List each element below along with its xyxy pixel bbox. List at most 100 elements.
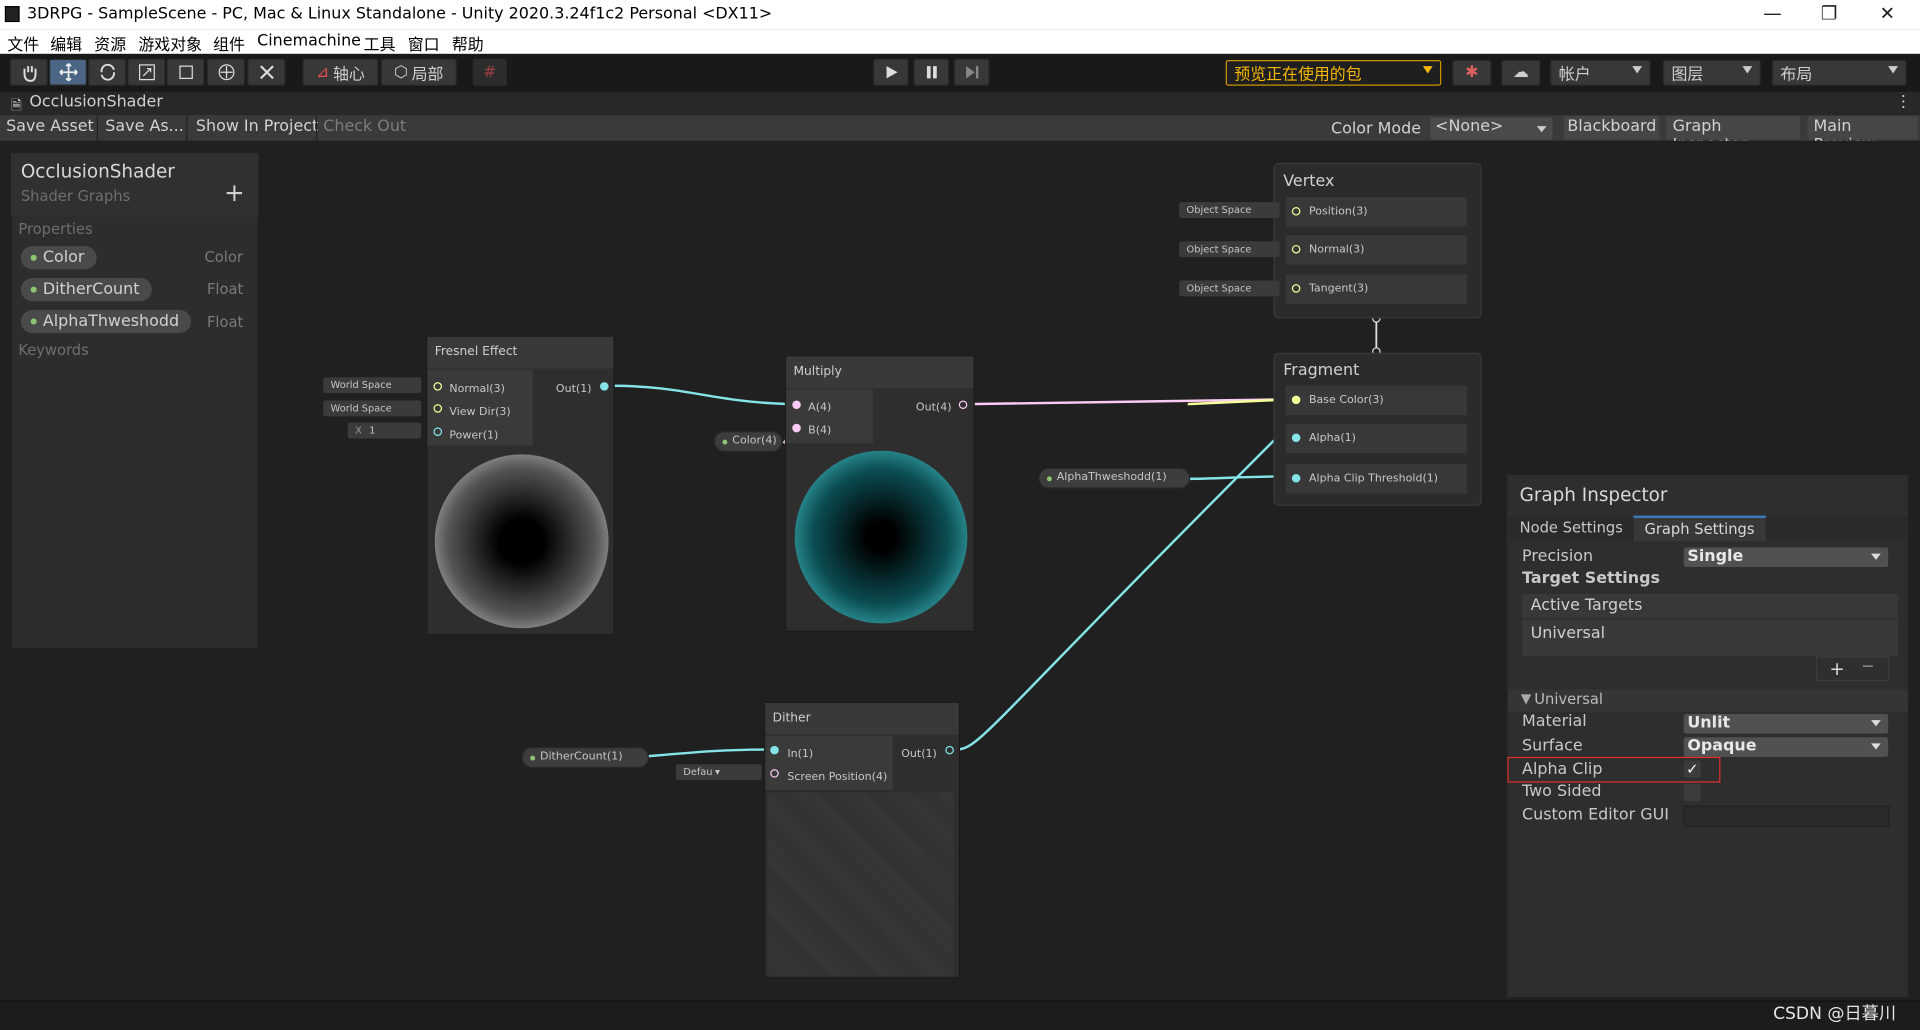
screen-position-mode-chip[interactable]: Defau ▾ — [675, 764, 762, 781]
port-dot-icon[interactable] — [1291, 395, 1301, 405]
port-out: Out(1) — [555, 383, 592, 396]
port-a: A(4) — [808, 401, 832, 414]
target-universal-item[interactable]: Universal — [1531, 625, 1605, 643]
port-dot-icon[interactable] — [1291, 473, 1301, 483]
wire-dithercount-dither — [640, 748, 772, 759]
dither-node[interactable]: Dither In(1) Screen Position(4) Out(1) — [764, 701, 961, 979]
material-dropdown[interactable]: Unlit — [1683, 714, 1889, 734]
position-space-chip[interactable]: Object Space — [1179, 202, 1280, 218]
port-dot-icon[interactable] — [770, 745, 779, 755]
fresnel-node-title: Fresnel Effect — [427, 336, 614, 369]
custom-editor-label: Custom Editor GUI — [1522, 805, 1669, 825]
power-x-label: X — [355, 424, 362, 436]
foldout-arrow-icon: ▼ — [1520, 690, 1532, 707]
graph-inspector-panel: Graph Inspector Node Settings Graph Sett… — [1506, 473, 1909, 999]
dither-preview — [767, 792, 954, 977]
precision-value: Single — [1687, 547, 1744, 566]
property-color-type: Color — [204, 248, 243, 266]
dithercount-property-node[interactable]: DitherCount(1) — [521, 747, 649, 768]
chevron-down-icon — [1871, 743, 1881, 750]
property-color[interactable]: Color — [20, 246, 97, 270]
vertex-slot-position[interactable]: Position(3) — [1285, 197, 1467, 227]
port-dot-icon[interactable] — [433, 427, 443, 436]
property-dithercount[interactable]: DitherCount — [20, 278, 152, 302]
port-power: Power(1) — [449, 429, 499, 443]
surface-label: Surface — [1522, 737, 1583, 756]
property-dithercount-type: Float — [206, 280, 244, 298]
inspector-title: Graph Inspector — [1519, 483, 1668, 506]
active-targets-label: Active Targets — [1530, 596, 1643, 615]
vertex-title: Vertex — [1283, 172, 1335, 192]
material-label: Material — [1522, 712, 1587, 732]
power-input-chip[interactable]: X1 — [347, 422, 422, 439]
two-sided-label: Two Sided — [1522, 782, 1602, 801]
wire-fresnel-multiply — [612, 384, 790, 406]
fresnel-effect-node[interactable]: Fresnel Effect Normal(3) View Dir(3) Pow… — [426, 335, 615, 636]
precision-dropdown[interactable]: Single — [1683, 547, 1889, 568]
position-space-value: Object Space — [1186, 204, 1252, 216]
vertex-slot-normal[interactable]: Normal(3) — [1285, 235, 1467, 265]
precision-label: Precision — [1522, 547, 1594, 566]
power-value: 1 — [369, 424, 376, 436]
blackboard-subtitle: Shader Graphs — [20, 187, 131, 205]
status-bar — [0, 1000, 1920, 1030]
port-dot-icon[interactable] — [1291, 284, 1301, 293]
port-in: In(1) — [787, 748, 814, 761]
property-alphathweshodd-type: Float — [206, 313, 244, 331]
surface-value: Opaque — [1687, 737, 1757, 756]
active-targets-header: Active Targets — [1522, 593, 1898, 619]
normal-space-value: Object Space — [1186, 243, 1252, 255]
port-viewdir: View Dir(3) — [449, 406, 511, 419]
two-sided-checkbox[interactable] — [1683, 783, 1701, 801]
normal-space-chip[interactable]: Object Space — [1179, 241, 1280, 258]
port-dot-icon[interactable] — [770, 769, 779, 778]
material-value: Unlit — [1687, 714, 1731, 733]
port-dot-icon[interactable] — [792, 400, 801, 410]
port-dot-icon[interactable] — [1291, 244, 1301, 254]
alphathweshodd-property-node[interactable]: AlphaThweshodd(1) — [1038, 467, 1191, 489]
port-dot-icon[interactable] — [433, 382, 443, 391]
blackboard-title: OcclusionShader — [20, 160, 175, 183]
multiply-node-title: Multiply — [786, 356, 974, 389]
port-dot-icon[interactable] — [1291, 433, 1301, 443]
add-property-button[interactable]: + — [224, 178, 245, 207]
fresnel-preview — [434, 454, 609, 629]
screen-position-mode-value: Defau — [683, 766, 713, 778]
custom-editor-field[interactable] — [1683, 805, 1890, 827]
fragment-slot-alphaclip[interactable]: Alpha Clip Threshold(1) — [1285, 464, 1467, 494]
multiply-node[interactable]: Multiply A(4) B(4) Out(4) — [784, 355, 975, 632]
remove-target-button[interactable]: − — [1861, 658, 1874, 676]
universal-foldout[interactable]: ▼ Universal — [1508, 689, 1908, 712]
properties-label: Properties — [18, 220, 93, 238]
property-alphathweshodd[interactable]: AlphaThweshodd — [20, 309, 192, 334]
normal-space-chip[interactable]: World Space — [323, 377, 422, 394]
fragment-slot-alpha[interactable]: Alpha(1) — [1285, 423, 1467, 454]
fragment-title: Fragment — [1283, 361, 1360, 380]
port-dot-icon[interactable] — [792, 423, 801, 433]
chevron-down-icon — [1871, 553, 1881, 560]
port-screen-position: Screen Position(4) — [787, 771, 888, 784]
surface-dropdown[interactable]: Opaque — [1683, 737, 1889, 757]
fragment-slot-basecolor[interactable]: Base Color(3) — [1285, 385, 1467, 416]
port-dot-icon[interactable] — [958, 400, 968, 410]
port-dot-icon[interactable] — [433, 404, 443, 413]
watermark: CSDN @日暮川 — [1773, 1004, 1896, 1024]
universal-foldout-label: Universal — [1534, 690, 1603, 708]
tab-graph-settings-label: Graph Settings — [1644, 520, 1755, 538]
normal-space-value: World Space — [330, 379, 392, 391]
color-property-node[interactable]: Color(4) — [713, 431, 783, 452]
port-b: B(4) — [808, 424, 832, 438]
tangent-space-chip[interactable]: Object Space — [1179, 280, 1280, 297]
port-dot-icon[interactable] — [1291, 206, 1301, 216]
viewdir-space-value: World Space — [330, 402, 392, 414]
viewdir-space-chip[interactable]: World Space — [323, 400, 422, 417]
add-target-button[interactable]: + — [1829, 658, 1844, 680]
target-list-controls: + − — [1815, 656, 1890, 681]
vertex-slot-tangent[interactable]: Tangent(3) — [1285, 274, 1467, 304]
port-normal: Normal(3) — [449, 383, 505, 396]
tab-graph-settings[interactable]: Graph Settings — [1633, 515, 1766, 542]
port-dot-icon[interactable] — [600, 382, 609, 391]
tab-node-settings[interactable]: Node Settings — [1520, 519, 1623, 536]
port-dot-icon[interactable] — [945, 745, 954, 755]
tangent-space-value: Object Space — [1186, 282, 1252, 294]
